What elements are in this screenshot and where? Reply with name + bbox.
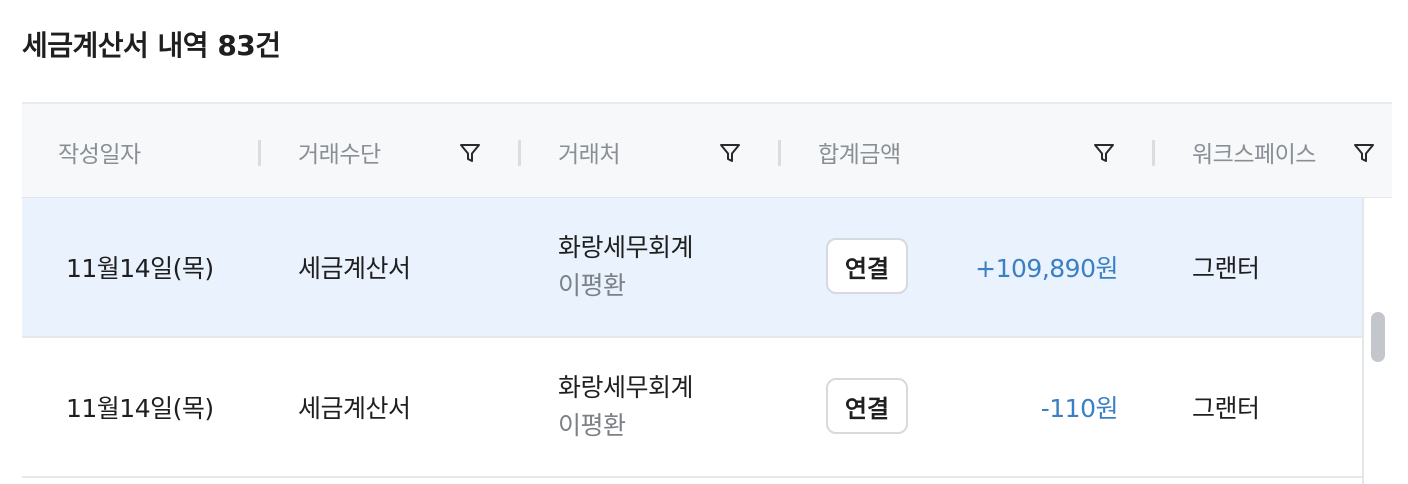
cell-method: 세금계산서 xyxy=(298,254,411,283)
page: 세금계산서 내역 83건 작성일자 거래수단 거래처 합계금액 워크스페이스 1… xyxy=(0,0,1408,484)
cell-vendor: 화랑세무회계 이평환 xyxy=(558,198,694,336)
table-body: 11월14일(목) 세금계산서 화랑세무회계 이평환 연결 +109,890원 … xyxy=(22,198,1362,484)
column-resize-handle[interactable] xyxy=(1152,140,1155,166)
filter-workspace-icon[interactable] xyxy=(1351,140,1377,166)
tax-invoice-table: 작성일자 거래수단 거래처 합계금액 워크스페이스 11월14일(목) 세금계산… xyxy=(22,102,1392,484)
cell-method: 세금계산서 xyxy=(298,394,411,423)
column-resize-handle[interactable] xyxy=(778,140,781,166)
table-header: 작성일자 거래수단 거래처 합계금액 워크스페이스 xyxy=(22,102,1392,198)
column-header-workspace[interactable]: 워크스페이스 xyxy=(1192,104,1316,200)
cell-vendor: 화랑세무회계 이평환 xyxy=(558,338,694,476)
connect-button[interactable]: 연결 xyxy=(826,238,908,294)
cell-workspace: 그랜터 xyxy=(1192,394,1260,423)
vendor-name: 화랑세무회계 xyxy=(558,233,694,262)
cell-date: 11월14일(목) xyxy=(66,254,214,283)
column-header-date[interactable]: 작성일자 xyxy=(58,104,141,200)
connect-button[interactable]: 연결 xyxy=(826,378,908,434)
vendor-contact: 이평환 xyxy=(558,411,626,440)
filter-amount-icon[interactable] xyxy=(1091,140,1117,166)
column-header-method[interactable]: 거래수단 xyxy=(298,104,381,200)
table-row[interactable]: 11월14일(목) 세금계산서 화랑세무회계 이평환 연결 +109,890원 … xyxy=(22,198,1362,338)
vendor-name: 화랑세무회계 xyxy=(558,373,694,402)
column-header-amount[interactable]: 합계금액 xyxy=(818,104,901,200)
vendor-contact: 이평환 xyxy=(558,271,626,300)
cell-amount: -110원 xyxy=(1040,394,1119,423)
cell-workspace: 그랜터 xyxy=(1192,254,1260,283)
scrollbar-thumb[interactable] xyxy=(1371,312,1385,362)
filter-method-icon[interactable] xyxy=(457,140,483,166)
column-resize-handle[interactable] xyxy=(258,140,261,166)
cell-date: 11월14일(목) xyxy=(66,394,214,423)
table-row[interactable]: 11월14일(목) 세금계산서 화랑세무회계 이평환 연결 -110원 그랜터 xyxy=(22,338,1362,478)
page-title: 세금계산서 내역 83건 xyxy=(22,29,281,62)
vertical-scrollbar[interactable] xyxy=(1362,198,1392,484)
cell-amount: +109,890원 xyxy=(975,254,1118,283)
column-resize-handle[interactable] xyxy=(518,140,521,166)
filter-vendor-icon[interactable] xyxy=(717,140,743,166)
column-header-vendor[interactable]: 거래처 xyxy=(558,104,620,200)
